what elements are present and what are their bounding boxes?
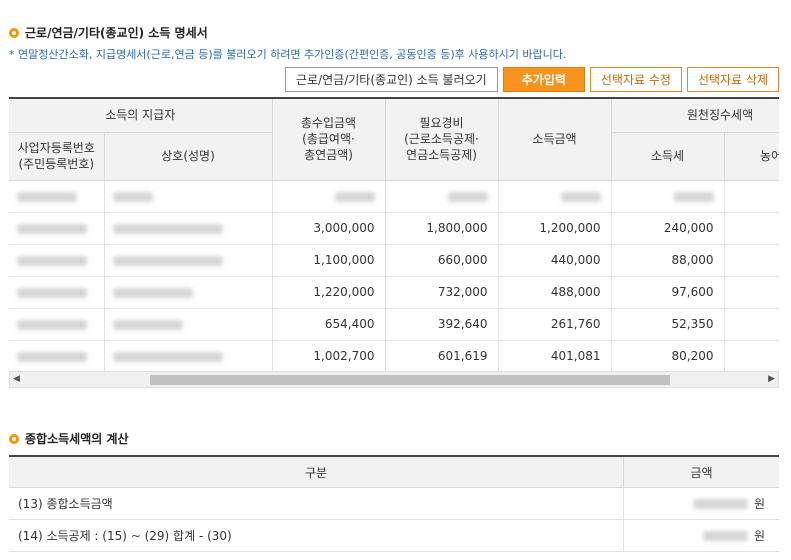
gross-cell: 1,220,000 xyxy=(272,276,386,309)
calc-header-row: 구분 금액 xyxy=(9,457,779,488)
calc-row-amount: 원 xyxy=(624,488,779,519)
payer-group-header: 소득의 지급자 xyxy=(9,99,273,133)
income-tax-header: 소득세 xyxy=(611,132,725,181)
action-buttons: 근로/연금/기타(종교인) 소득 불러오기 추가입력 선택자료 수정 선택자료 … xyxy=(285,67,779,92)
withholding-group-header: 원천징수세액 xyxy=(611,99,779,133)
income-cell: 488,000 xyxy=(498,276,612,309)
name-cell xyxy=(104,276,273,309)
gross-cell: 1,100,000 xyxy=(272,244,386,277)
name-cell xyxy=(104,244,273,277)
unit-label: 원 xyxy=(753,497,765,511)
income-tax-cell: 80,200 xyxy=(611,340,725,371)
expense-cell xyxy=(385,180,499,213)
gross-header: 총수입금액 (총급여액· 총연금액) xyxy=(272,99,386,181)
rural-tax-cell xyxy=(724,180,779,213)
name-cell xyxy=(104,180,273,213)
section-title-text: 종합소득세액의 계산 xyxy=(25,432,129,446)
gross-cell xyxy=(272,180,386,213)
category-header: 구분 xyxy=(9,457,624,487)
section-title-tax-calc: 종합소득세액의 계산 xyxy=(9,430,129,447)
income-tax-cell: 240,000 xyxy=(611,212,725,245)
table-row[interactable]: 3,000,000 1,800,000 1,200,000 240,000 xyxy=(9,212,779,245)
expense-cell: 392,640 xyxy=(385,308,499,341)
bizno-cell xyxy=(9,212,105,245)
expense-cell: 660,000 xyxy=(385,244,499,277)
income-cell: 401,081 xyxy=(498,340,612,371)
expense-header: 필요경비 (근로소득공제· 연금소득공제) xyxy=(385,99,499,181)
bizno-cell xyxy=(9,308,105,341)
bizno-cell xyxy=(9,340,105,371)
table-row[interactable] xyxy=(9,180,779,213)
delete-selected-button[interactable]: 선택자료 삭제 xyxy=(686,67,779,92)
orange-bullet-icon xyxy=(9,433,19,444)
bizno-header: 사업자등록번호 (주민등록번호) xyxy=(9,132,105,181)
notice-text: * 연말정산간소화, 지급명세서(근로,연금 등)를 불러오기 하려면 추가인증… xyxy=(9,48,567,61)
income-tax-cell: 88,000 xyxy=(611,244,725,277)
rural-tax-cell xyxy=(724,340,779,371)
rural-tax-header: 농어촌 xyxy=(724,132,779,181)
table-row[interactable]: 1,220,000 732,000 488,000 97,600 xyxy=(9,276,779,309)
gross-cell: 1,002,700 xyxy=(272,340,386,371)
income-cell: 261,760 xyxy=(498,308,612,341)
income-cell: 1,200,000 xyxy=(498,212,612,245)
income-cell xyxy=(498,180,612,213)
section-title-text: 근로/연금/기타(종교인) 소득 명세서 xyxy=(25,26,208,40)
expense-cell: 1,800,000 xyxy=(385,212,499,245)
rural-tax-cell xyxy=(724,276,779,309)
orange-bullet-icon xyxy=(9,27,19,38)
table-row[interactable]: 1,100,000 660,000 440,000 88,000 xyxy=(9,244,779,277)
name-cell xyxy=(104,308,273,341)
bizno-cell xyxy=(9,276,105,309)
table-row[interactable]: 654,400 392,640 261,760 52,350 xyxy=(9,308,779,341)
scrollbar-thumb[interactable] xyxy=(150,375,670,385)
calc-row[interactable]: (13) 종합소득금액 원 xyxy=(9,488,779,520)
expense-cell: 601,619 xyxy=(385,340,499,371)
income-header: 소득금액 xyxy=(498,99,612,181)
arrow-right-icon[interactable]: ▶ xyxy=(768,374,775,384)
calc-row-label: (13) 종합소득금액 xyxy=(9,488,624,519)
load-income-button[interactable]: 근로/연금/기타(종교인) 소득 불러오기 xyxy=(285,67,498,92)
amount-header: 금액 xyxy=(690,465,713,480)
calc-row[interactable]: (14) 소득공제 : (15) ~ (29) 합계 - (30) 원 xyxy=(9,520,779,552)
rural-tax-cell xyxy=(724,244,779,277)
income-table-container[interactable]: 소득의 지급자 총수입금액 (총급여액· 총연금액) 필요경비 (근로소득공제·… xyxy=(9,97,779,371)
arrow-left-icon[interactable]: ◀ xyxy=(13,374,20,384)
tax-calc-table: 구분 금액 (13) 종합소득금액 원 (14) 소득공제 : (15) ~ (… xyxy=(9,455,779,552)
bizno-cell xyxy=(9,180,105,213)
gross-cell: 654,400 xyxy=(272,308,386,341)
income-cell: 440,000 xyxy=(498,244,612,277)
income-tax-cell xyxy=(611,180,725,213)
income-table: 소득의 지급자 총수입금액 (총급여액· 총연금액) 필요경비 (근로소득공제·… xyxy=(9,99,779,371)
rural-tax-cell xyxy=(724,308,779,341)
name-header: 상호(성명) xyxy=(104,132,273,181)
rural-tax-cell xyxy=(724,212,779,245)
bizno-cell xyxy=(9,244,105,277)
edit-selected-button[interactable]: 선택자료 수정 xyxy=(589,67,682,92)
name-cell xyxy=(104,340,273,371)
section-title-income-statement: 근로/연금/기타(종교인) 소득 명세서 xyxy=(9,24,208,41)
income-tax-cell: 52,350 xyxy=(611,308,725,341)
name-cell xyxy=(104,212,273,245)
table-row[interactable]: 1,002,700 601,619 401,081 80,200 xyxy=(9,340,779,371)
expense-cell: 732,000 xyxy=(385,276,499,309)
unit-label: 원 xyxy=(753,529,765,543)
calc-row-label: (14) 소득공제 : (15) ~ (29) 합계 - (30) xyxy=(9,520,624,551)
income-tax-cell: 97,600 xyxy=(611,276,725,309)
calc-row-amount: 원 xyxy=(624,520,779,551)
add-entry-button[interactable]: 추가입력 xyxy=(502,67,585,92)
gross-cell: 3,000,000 xyxy=(272,212,386,245)
horizontal-scrollbar[interactable]: ◀ ▶ xyxy=(9,371,779,388)
